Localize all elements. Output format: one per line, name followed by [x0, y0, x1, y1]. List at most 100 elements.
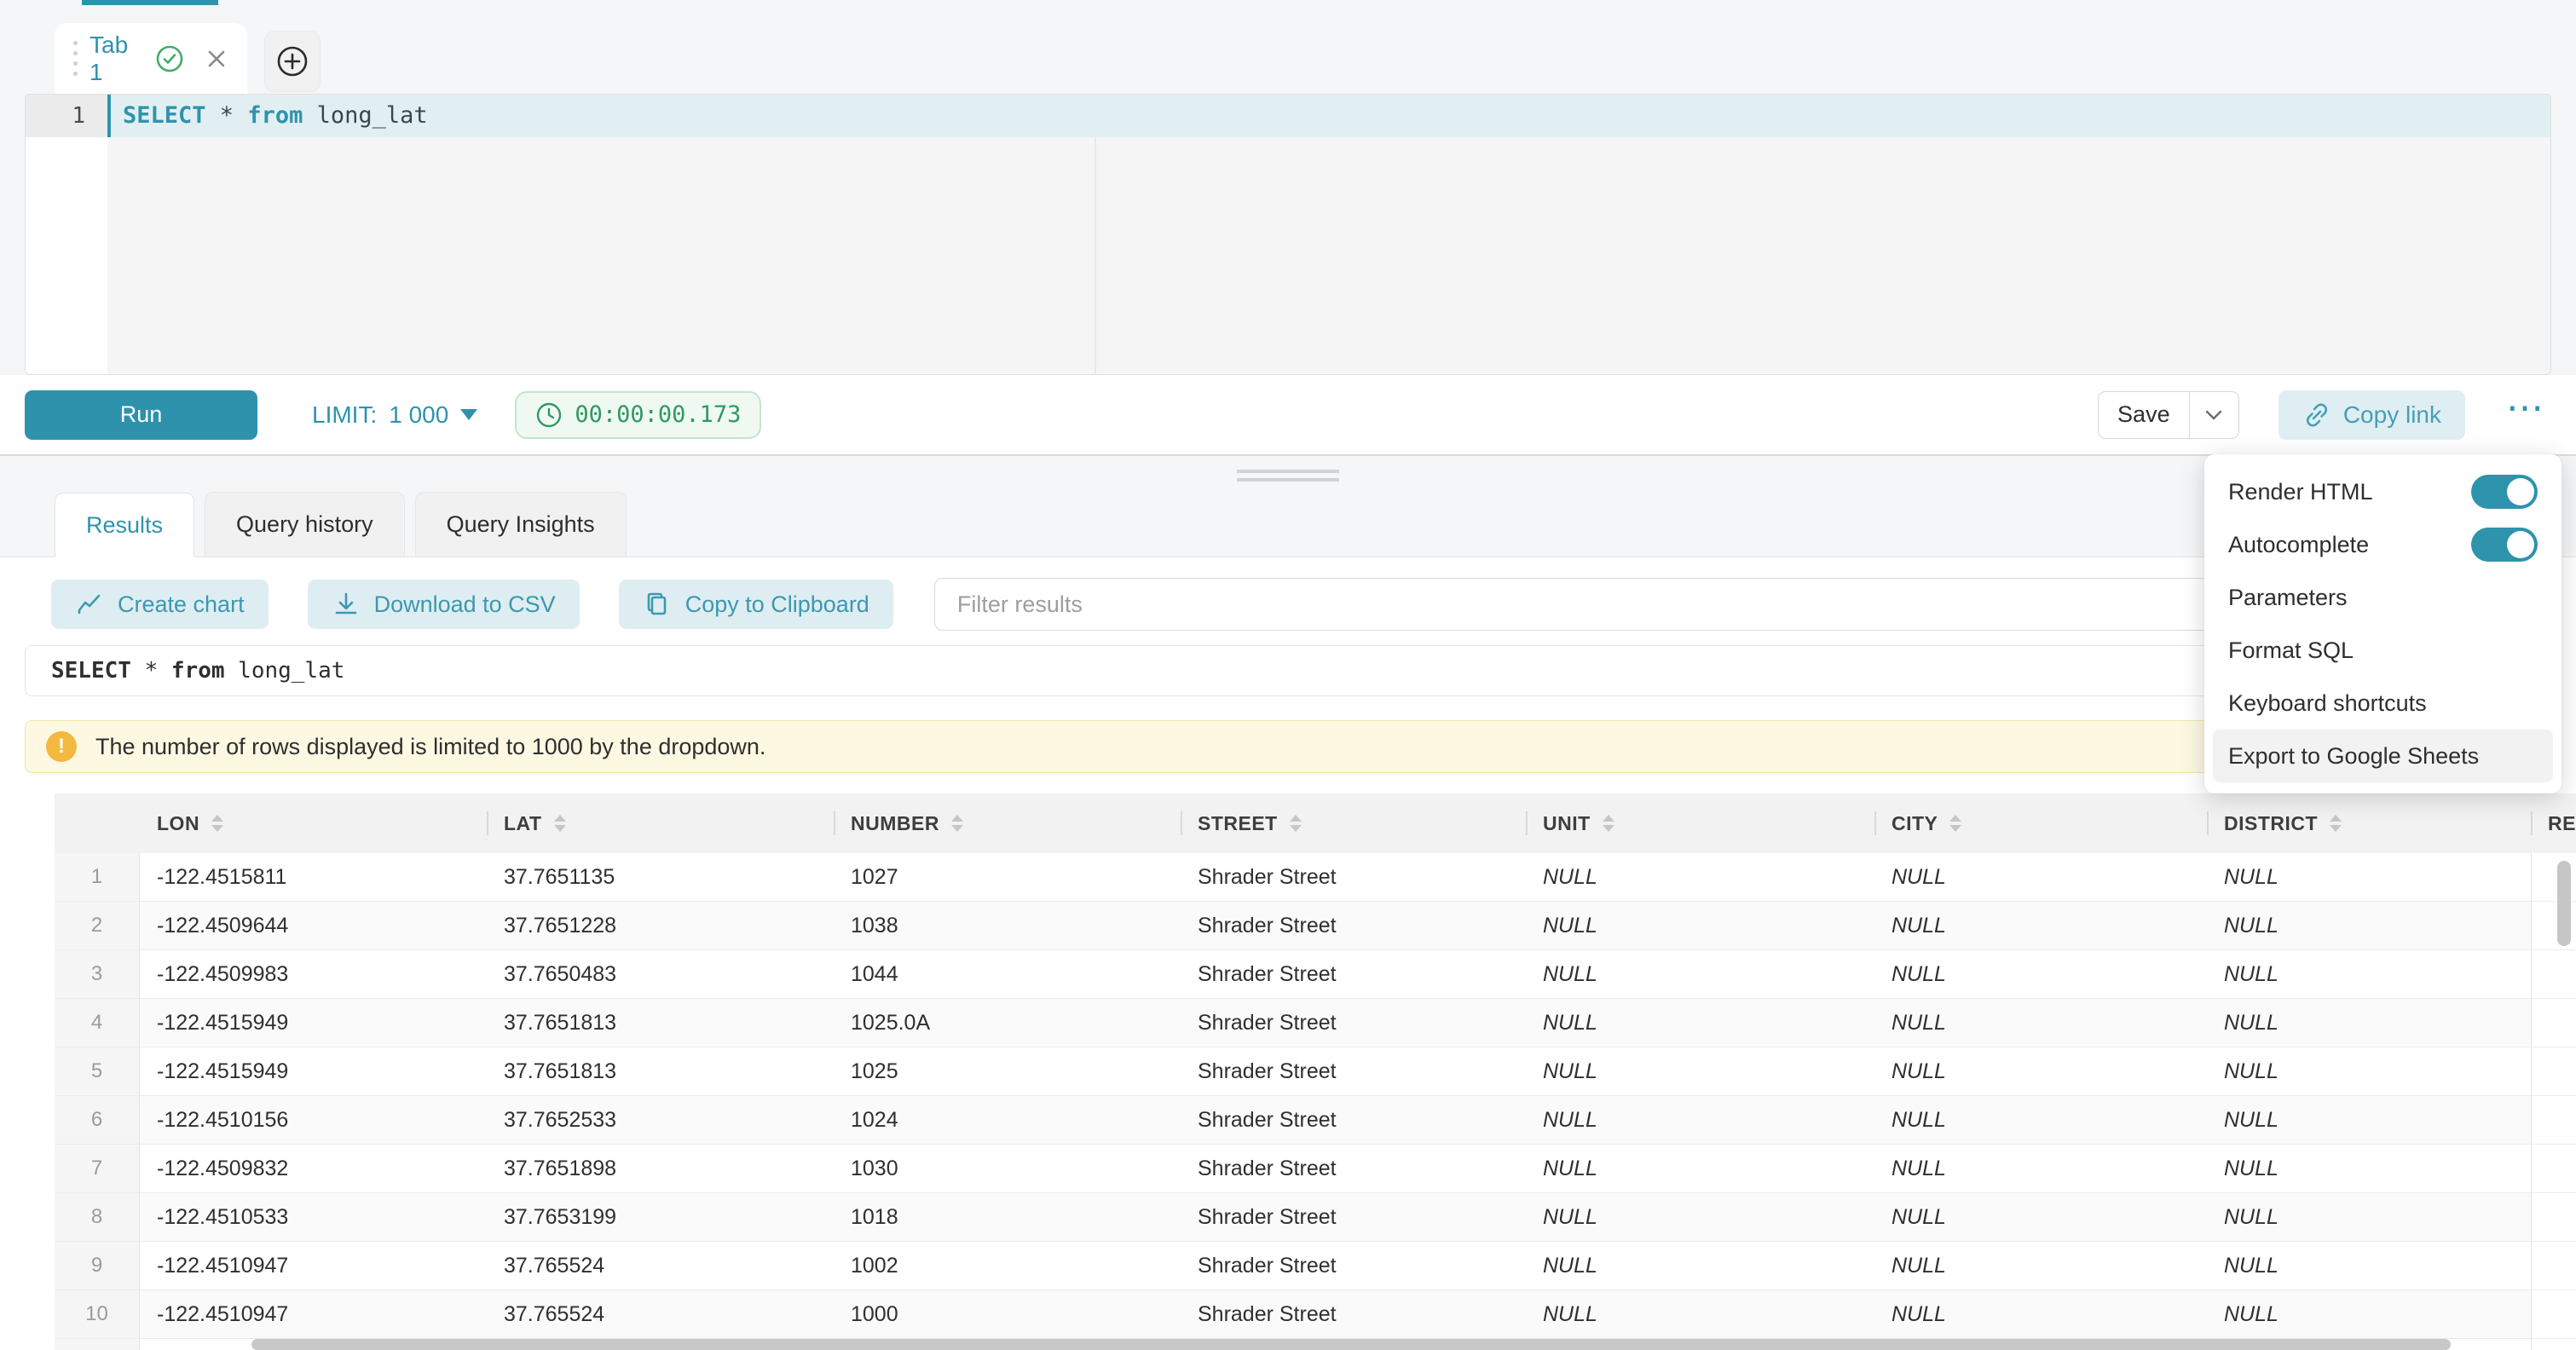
menu-item-keyboard-shortcuts[interactable]: Keyboard shortcuts: [2213, 677, 2553, 730]
column-header-region[interactable]: REGION: [2531, 793, 2576, 853]
table-cell: NULL: [1874, 1096, 2207, 1144]
editor-active-line[interactable]: SELECT * from long_lat: [107, 95, 2550, 137]
results-panel: Create chart Download to CSV Copy to Clipb…: [0, 557, 2576, 1350]
table-cell: 37.7651813: [487, 999, 834, 1047]
query-action-bar: Run LIMIT: 1 000 00:00:00.173 Save: [0, 375, 2576, 454]
limit-dropdown[interactable]: LIMIT: 1 000: [312, 401, 477, 429]
copy-to-clipboard-button[interactable]: Copy to Clipboard: [619, 580, 893, 629]
table-cell: Shrader Street: [1181, 1047, 1526, 1095]
table-cell: 37.765524: [487, 1242, 834, 1289]
sort-icon[interactable]: [1949, 815, 1961, 832]
tab-drag-handle-icon[interactable]: [73, 41, 78, 76]
table-cell: NULL: [1874, 1193, 2207, 1241]
download-to-csv-button[interactable]: Download to CSV: [308, 580, 580, 629]
chevron-down-icon: [2203, 408, 2224, 422]
save-options-button[interactable]: [2189, 392, 2238, 438]
table-cell: 1002: [834, 1242, 1181, 1289]
run-button[interactable]: Run: [25, 390, 257, 440]
column-header-city[interactable]: CITY: [1874, 793, 2207, 853]
table-cell: NULL: [1526, 1145, 1874, 1192]
sql-text: *: [131, 658, 171, 684]
menu-item-parameters[interactable]: Parameters: [2213, 571, 2553, 624]
sql-keyword: from: [247, 102, 303, 129]
table-cell: 1018: [834, 1193, 1181, 1241]
limit-value: 1 000: [389, 401, 448, 429]
table-cell: NULL: [1526, 1096, 1874, 1144]
table-cell: [2531, 1145, 2576, 1192]
column-header-street[interactable]: STREET: [1181, 793, 1526, 853]
add-tab-button[interactable]: [264, 31, 321, 92]
table-cell: 1030: [834, 1145, 1181, 1192]
table-cell: NULL: [1874, 950, 2207, 998]
table-cell: Shrader Street: [1181, 999, 1526, 1047]
more-options-button[interactable]: ⋯: [2501, 400, 2551, 430]
table-cell: 37.7650483: [487, 950, 834, 998]
horizontal-scrollbar[interactable]: [251, 1339, 2451, 1350]
sql-editor[interactable]: 1 SELECT * from long_lat: [25, 94, 2551, 375]
menu-item-autocomplete[interactable]: Autocomplete: [2213, 518, 2553, 571]
column-label: LON: [157, 812, 199, 835]
menu-item-format-sql[interactable]: Format SQL: [2213, 624, 2553, 677]
table-cell: NULL: [1874, 1242, 2207, 1289]
tab-query-insights[interactable]: Query Insights: [415, 492, 627, 557]
row-number: 2: [55, 902, 140, 949]
sql-text: *: [206, 102, 248, 129]
tab-results[interactable]: Results: [55, 493, 194, 557]
table-cell: 37.7651898: [487, 1145, 834, 1192]
sort-icon[interactable]: [2330, 815, 2342, 832]
table-cell: NULL: [1526, 999, 1874, 1047]
sort-icon[interactable]: [951, 815, 963, 832]
sql-keyword: SELECT: [123, 102, 206, 129]
editor-tab-bar: Tab 1: [0, 0, 2576, 94]
table-cell: NULL: [1874, 1047, 2207, 1095]
column-header-lon[interactable]: LON: [140, 793, 487, 853]
table-cell: 37.7651813: [487, 1047, 834, 1095]
row-number: 5: [55, 1047, 140, 1095]
table-cell: -122.4509832: [140, 1145, 487, 1192]
table-cell: NULL: [1526, 902, 1874, 949]
menu-item-export-to-google-sheets[interactable]: Export to Google Sheets: [2213, 730, 2553, 782]
table-cell: NULL: [2207, 902, 2531, 949]
create-chart-button[interactable]: Create chart: [51, 580, 269, 629]
column-header-district[interactable]: DISTRICT: [2207, 793, 2531, 853]
loading-progress-bar: [82, 0, 218, 5]
splitter-drag-handle[interactable]: [1237, 470, 1339, 487]
table-header-row: LON LATNUMBERSTREETUNITCITYDISTRICT REGION: [55, 793, 2576, 853]
sort-icon[interactable]: [1290, 815, 1302, 832]
column-header-unit[interactable]: UNIT: [1526, 793, 1874, 853]
sort-icon[interactable]: [1603, 815, 1614, 832]
table-cell: Shrader Street: [1181, 1290, 1526, 1338]
table-cell: -122.4510533: [140, 1193, 487, 1241]
column-header-number[interactable]: NUMBER: [834, 793, 1181, 853]
render-html-toggle[interactable]: [2471, 475, 2538, 509]
copy-link-button[interactable]: Copy link: [2279, 390, 2465, 440]
vertical-scrollbar[interactable]: [2557, 861, 2571, 946]
plus-circle-icon: [275, 44, 309, 78]
save-button[interactable]: Save: [2099, 392, 2189, 438]
table-row: 8-122.451053337.76531991018Shrader Stree…: [55, 1193, 2576, 1242]
table-cell: [2531, 1047, 2576, 1095]
menu-item-render-html[interactable]: Render HTML: [2213, 465, 2553, 518]
column-label: REGION: [2548, 812, 2576, 835]
close-icon[interactable]: [205, 47, 228, 71]
table-row: 2-122.450964437.76512281038Shrader Stree…: [55, 902, 2576, 950]
table-cell: 1044: [834, 950, 1181, 998]
table-cell: NULL: [1526, 1047, 1874, 1095]
tab-1[interactable]: Tab 1: [55, 23, 247, 94]
table-cell: NULL: [2207, 1096, 2531, 1144]
sort-icon[interactable]: [554, 815, 566, 832]
autocomplete-toggle[interactable]: [2471, 528, 2538, 562]
table-cell: -122.4510947: [140, 1290, 487, 1338]
tab-query-history[interactable]: Query history: [205, 492, 405, 557]
table-cell: Shrader Street: [1181, 1242, 1526, 1289]
sort-icon[interactable]: [211, 815, 223, 832]
table-cell: -122.4510156: [140, 1096, 487, 1144]
clipboard-icon: [643, 590, 672, 619]
table-cell: Shrader Street: [1181, 853, 1526, 901]
table-cell: 1024: [834, 1096, 1181, 1144]
table-cell: NULL: [2207, 950, 2531, 998]
table-cell: NULL: [2207, 1290, 2531, 1338]
table-cell: -122.4515949: [140, 1047, 487, 1095]
column-header-lat[interactable]: LAT: [487, 793, 834, 853]
table-row: 5-122.451594937.76518131025Shrader Stree…: [55, 1047, 2576, 1096]
